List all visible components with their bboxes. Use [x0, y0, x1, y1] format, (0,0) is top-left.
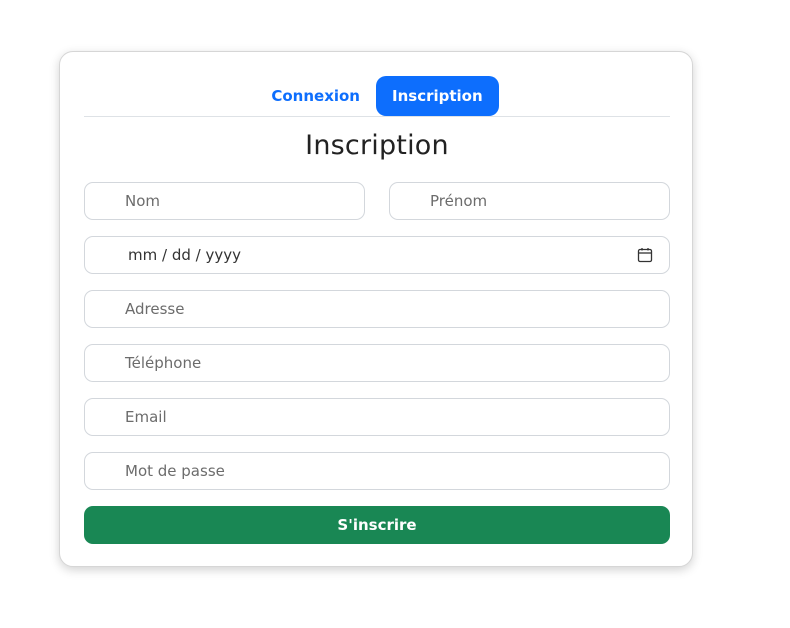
tab-connexion[interactable]: Connexion — [255, 76, 376, 116]
auth-tabs: Connexion Inscription — [84, 76, 670, 117]
calendar-icon[interactable] — [637, 247, 653, 263]
birthdate-value: mm / dd / yyyy — [128, 246, 241, 264]
birthdate-input[interactable]: mm / dd / yyyy — [84, 236, 670, 274]
prenom-input[interactable]: Prénom — [389, 182, 670, 220]
telephone-input[interactable]: Téléphone — [84, 344, 670, 382]
adresse-input[interactable]: Adresse — [84, 290, 670, 328]
nom-input[interactable]: Nom — [84, 182, 365, 220]
tab-inscription[interactable]: Inscription — [376, 76, 499, 116]
form-title: Inscription — [305, 130, 449, 161]
signup-submit-button[interactable]: S'inscrire — [84, 506, 670, 544]
auth-card: Connexion Inscription Inscription Nom Pr… — [59, 51, 693, 567]
email-input[interactable]: Email — [84, 398, 670, 436]
password-input[interactable]: Mot de passe — [84, 452, 670, 490]
